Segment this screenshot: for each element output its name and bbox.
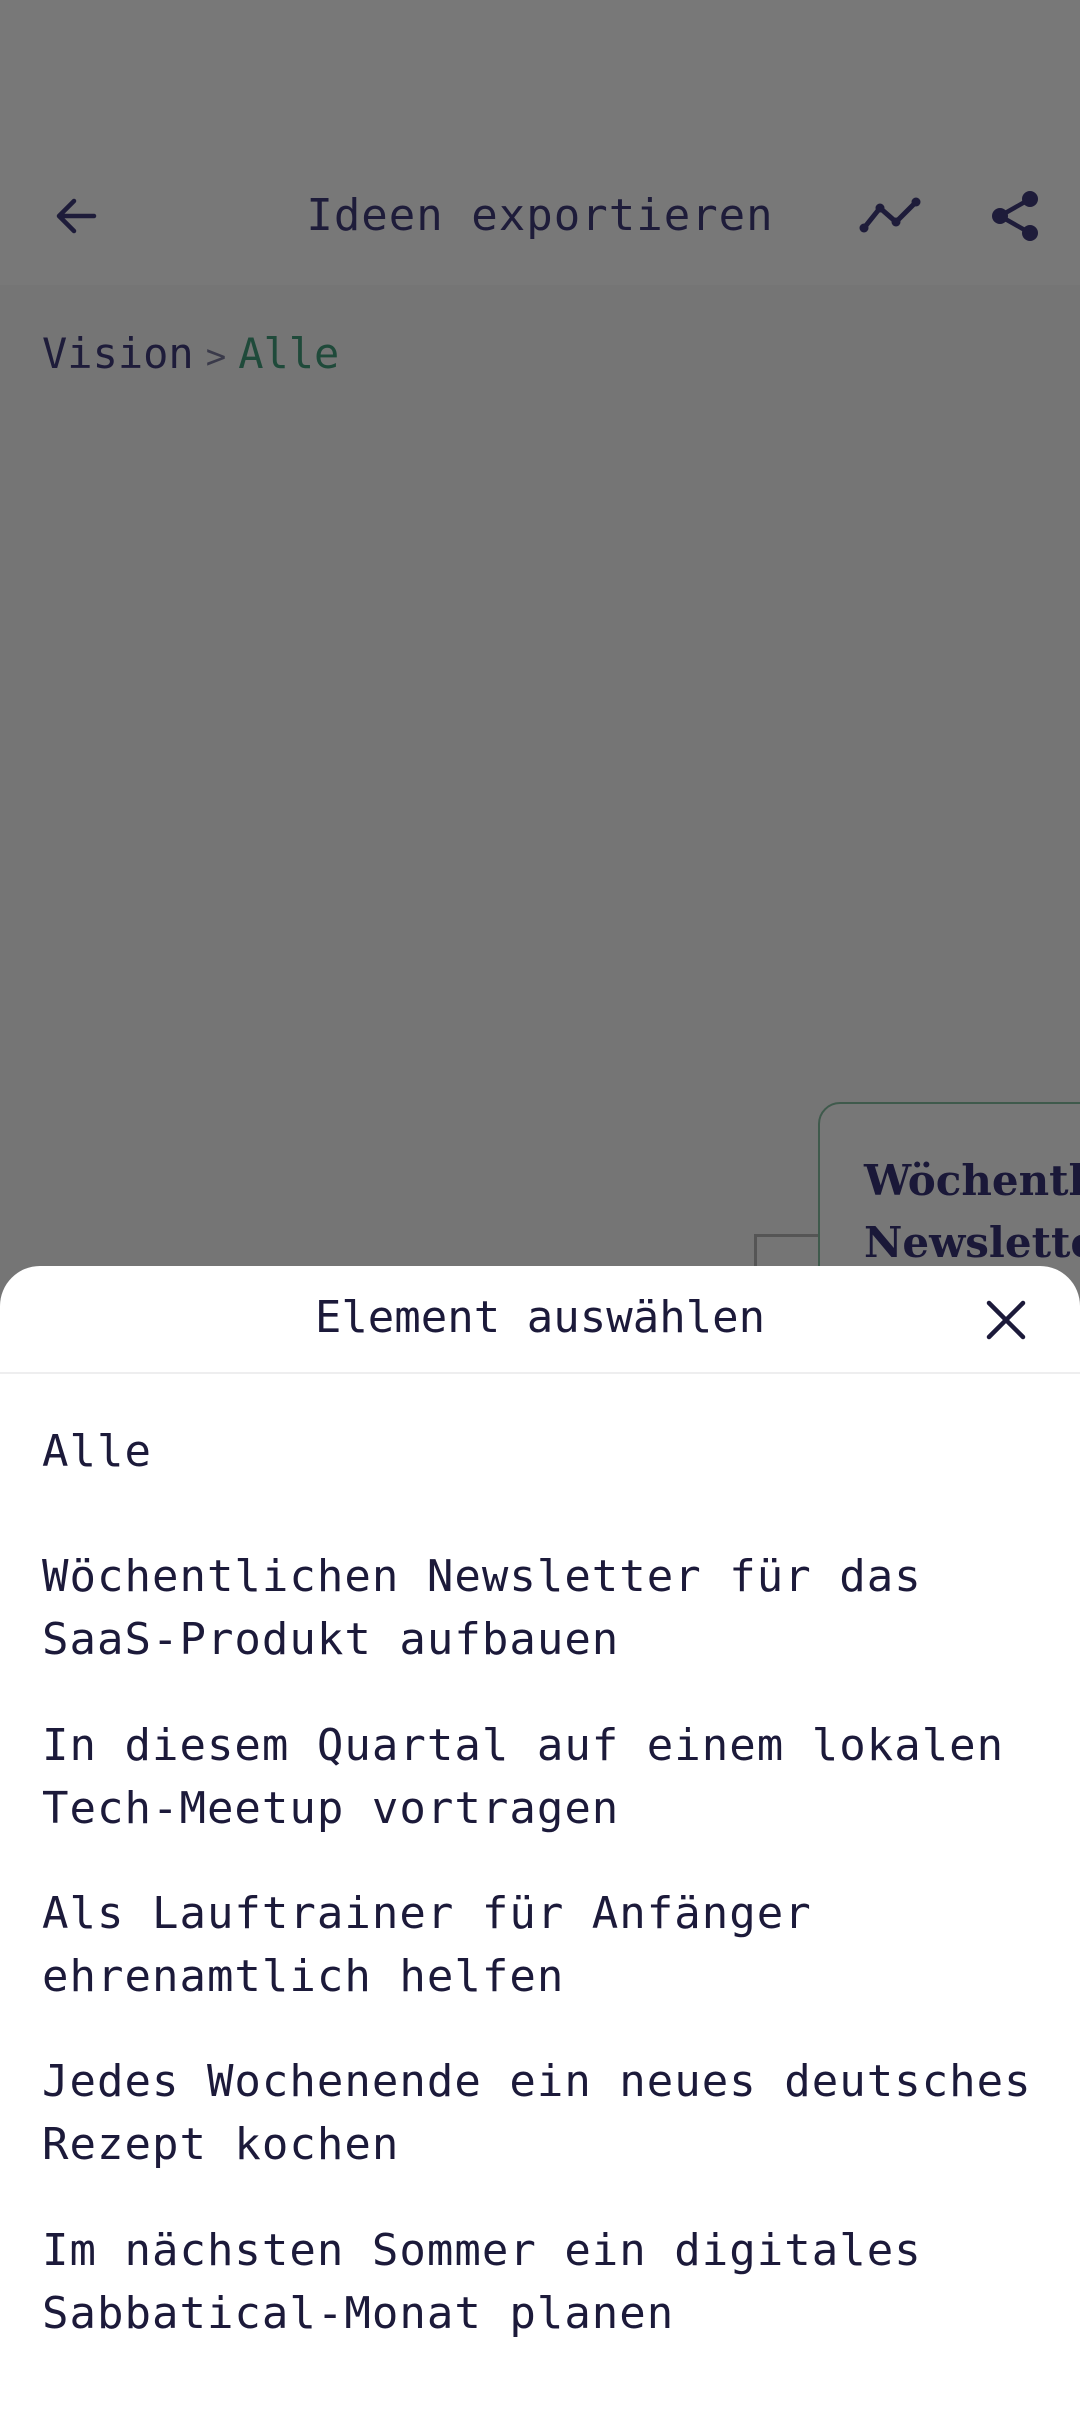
list-item[interactable]: In diesem Quartal auf einem lokalen Tech…	[42, 1714, 1042, 1840]
share-icon	[992, 191, 1038, 241]
breadcrumb-current: Alle	[238, 329, 340, 378]
list-item[interactable]: Jedes Wochenende ein neues deutsches Rez…	[42, 2050, 1042, 2176]
node-title-line2: Newsletter	[864, 1218, 1080, 1267]
share-button[interactable]	[980, 180, 1052, 252]
list-item[interactable]: Als Lauftrainer für Anfänger ehrenamtlic…	[42, 1882, 1042, 2008]
node-title-line1: Wöchentlichen	[864, 1156, 1080, 1205]
breadcrumb-separator: >	[205, 337, 227, 377]
sheet-title: Element auswählen	[314, 1292, 766, 1343]
trend-line-icon	[859, 197, 921, 233]
list-item[interactable]: Wöchentlichen Newsletter für das SaaS-Pr…	[42, 1545, 1042, 1671]
select-element-sheet: Element auswählen Alle Wöchentlichen New…	[0, 1266, 1080, 2424]
trend-button[interactable]	[852, 180, 928, 252]
sheet-header: Element auswählen	[0, 1266, 1080, 1374]
list-item[interactable]: Im nächsten Sommer ein digitales Sabbati…	[42, 2219, 1042, 2345]
close-button[interactable]	[968, 1282, 1044, 1358]
list-item[interactable]: Alle	[42, 1420, 1042, 1483]
breadcrumb-root[interactable]: Vision	[42, 326, 194, 382]
breadcrumb: Vision > Alle	[42, 326, 339, 385]
close-icon	[986, 1300, 1026, 1340]
